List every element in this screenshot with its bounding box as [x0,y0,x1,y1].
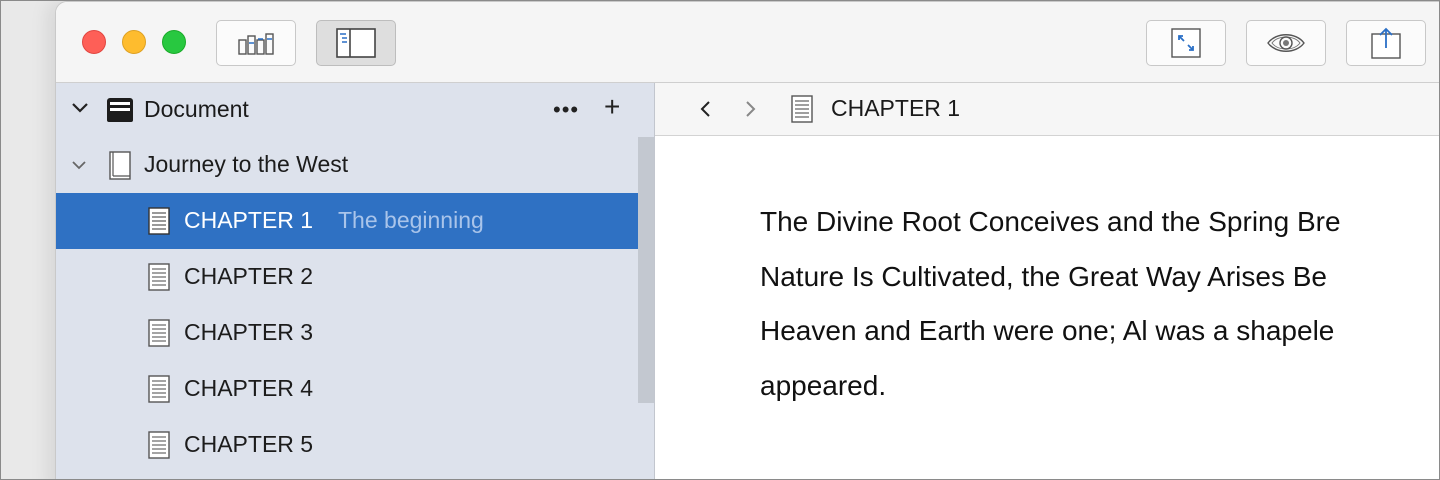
corkboard-icon [238,33,274,55]
add-item-button[interactable]: + [604,91,620,123]
app-window: Document ••• + Journey to the West CHAPT… [55,1,1439,479]
text-document-icon [148,263,170,291]
binder-item-label: CHAPTER 5 [184,431,314,457]
binder-item-synopsis: The beginning [338,207,484,233]
text-line: The Divine Root Conceives and the Spring… [760,206,1341,237]
quick-look-button[interactable] [1246,20,1326,66]
binder-item-chapter-1[interactable]: CHAPTER 1 The beginning [56,193,638,249]
more-options-button[interactable]: ••• [553,97,579,123]
editor-text-area[interactable]: The Divine Root Conceives and the Spring… [760,195,1439,413]
text-line: Heaven and Earth were one; Al was a shap… [760,315,1335,346]
corkboard-view-button[interactable] [216,20,296,66]
minimize-window-button[interactable] [122,30,146,54]
chevron-down-icon[interactable] [70,101,90,115]
binder-title: Document [144,96,249,122]
binder-item-label: CHAPTER 4 [184,375,314,401]
binder-item-label: CHAPTER 1 [184,207,314,233]
binder-item-chapter-4[interactable]: CHAPTER 4 [56,361,638,417]
inbox-icon [107,98,133,122]
text-document-icon [791,95,813,123]
editor-header-bar: CHAPTER 1 [655,83,1439,136]
binder-scrollbar[interactable] [638,137,654,403]
chevron-right-icon[interactable] [743,99,757,119]
sidebar-icon [336,28,376,58]
text-document-icon [148,207,170,235]
expand-icon [1171,28,1201,58]
screenshot-frame: Document ••• + Journey to the West CHAPT… [0,0,1440,480]
text-document-icon [148,431,170,459]
text-document-icon [148,319,170,347]
binder-item-chapter-5[interactable]: CHAPTER 5 [56,417,638,473]
binder-book-row[interactable]: Journey to the West [56,137,638,193]
book-icon [109,151,131,180]
binder-item-chapter-2[interactable]: CHAPTER 2 [56,249,638,305]
editor-pane: CHAPTER 1 The Divine Root Conceives and … [655,83,1439,479]
text-line: Nature Is Cultivated, the Great Way Aris… [760,260,1327,292]
binder-item-label: CHAPTER 3 [184,319,314,345]
binder-sidebar: Document ••• + Journey to the West CHAPT… [56,83,655,479]
chevron-left-icon[interactable] [699,99,713,119]
close-window-button[interactable] [82,30,106,54]
toggle-binder-button[interactable] [316,20,396,66]
title-bar [56,2,1439,83]
text-line: appeared. [760,369,887,401]
share-button[interactable] [1346,20,1426,66]
binder-item-chapter-3[interactable]: CHAPTER 3 [56,305,638,361]
share-icon [1371,27,1401,59]
eye-icon [1267,34,1305,52]
zoom-window-button[interactable] [162,30,186,54]
book-title: Journey to the West [144,151,349,177]
binder-header: Document ••• + [56,83,654,137]
text-document-icon [148,375,170,403]
binder-item-label: CHAPTER 2 [184,263,314,289]
composition-mode-button[interactable] [1146,20,1226,66]
chevron-down-icon[interactable] [70,159,88,171]
editor-document-title[interactable]: CHAPTER 1 [831,95,960,122]
